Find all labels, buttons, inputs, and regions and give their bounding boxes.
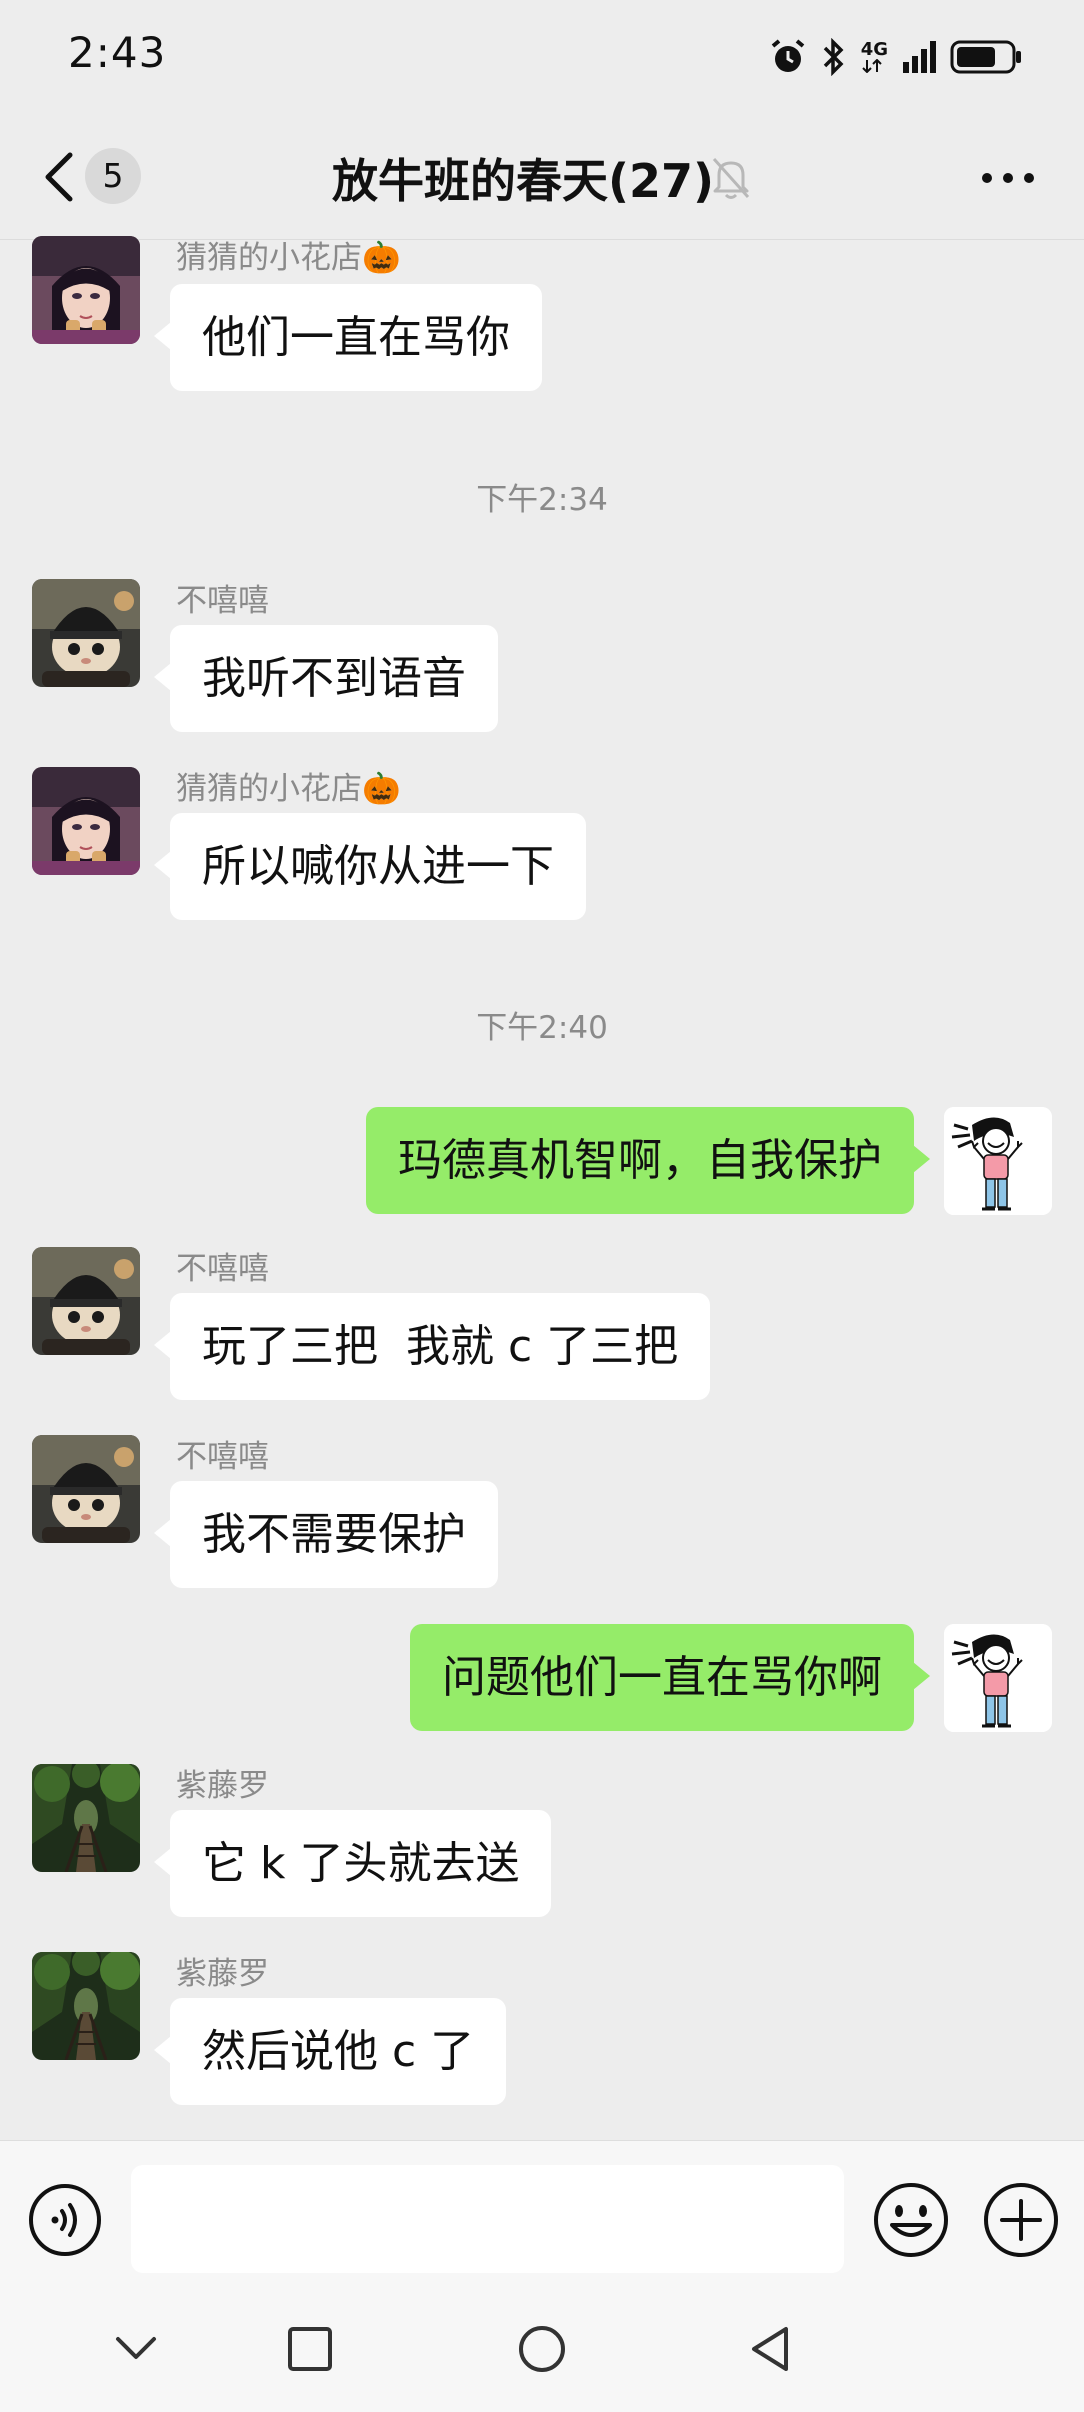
message-list[interactable]: 猜猜的小花店🎃 他们一直在骂你 下午2:34 不嘻嘻 我听不到语音 猜猜的小花店… — [0, 236, 1084, 2140]
unread-badge[interactable]: 5 — [85, 148, 141, 204]
sender-name: 不嘻嘻 — [176, 583, 269, 619]
emoji-icon[interactable] — [872, 2181, 950, 2259]
message-bubble[interactable]: 他们一直在骂你 — [154, 284, 542, 391]
plus-icon[interactable] — [982, 2181, 1060, 2259]
sender-avatar[interactable] — [32, 579, 140, 687]
sender-avatar[interactable] — [32, 767, 140, 875]
sender-name: 紫藤罗 — [176, 1956, 269, 1992]
self-avatar[interactable] — [944, 1107, 1052, 1215]
more-icon[interactable] — [980, 163, 1036, 193]
square-icon[interactable] — [278, 2317, 342, 2381]
voice-icon[interactable] — [28, 2183, 102, 2257]
network-4g-icon: 4G — [861, 41, 888, 73]
chat-header: 5 放牛班的春天(27) — [0, 115, 1084, 240]
sender-avatar[interactable] — [32, 1952, 140, 2060]
alarm-icon — [771, 39, 804, 72]
self-avatar[interactable] — [944, 1624, 1052, 1732]
message-bubble-outgoing[interactable]: 问题他们一直在骂你啊 — [410, 1624, 930, 1731]
battery-icon — [950, 40, 1021, 74]
input-bar — [0, 2140, 1084, 2295]
network-label: 4G — [860, 39, 888, 60]
back-icon[interactable] — [40, 147, 80, 207]
message-bubble[interactable]: 它 k 了头就去送 — [153, 1810, 552, 1917]
mute-bell-icon — [712, 157, 750, 199]
sender-name: 猜猜的小花店🎃 — [176, 771, 401, 807]
message-bubble[interactable]: 玩了三把 我就 c 了三把 — [153, 1293, 711, 1400]
signal-icon — [903, 41, 936, 73]
message-bubble-outgoing[interactable]: 玛德真机智啊，自我保护 — [366, 1107, 930, 1214]
triangle-back-icon[interactable] — [740, 2317, 804, 2381]
message-bubble[interactable]: 我听不到语音 — [154, 625, 498, 732]
message-input[interactable] — [131, 2165, 844, 2273]
sender-name: 不嘻嘻 — [176, 1439, 269, 1475]
timestamp: 下午2:34 — [476, 482, 608, 518]
sender-avatar[interactable] — [32, 1247, 140, 1355]
chat-title[interactable]: 放牛班的春天(27) — [332, 145, 714, 211]
sender-avatar[interactable] — [32, 1435, 140, 1543]
message-bubble[interactable]: 然后说他 c 了 — [153, 1998, 507, 2105]
message-bubble[interactable]: 我不需要保护 — [154, 1481, 498, 1588]
sender-avatar[interactable] — [32, 1764, 140, 1872]
status-icons: 4G — [769, 32, 1022, 82]
status-time: 2:43 — [68, 28, 167, 77]
sender-name: 猜猜的小花店🎃 — [176, 240, 401, 276]
chevron-down-icon[interactable] — [104, 2317, 168, 2381]
status-bar: 2:43 4G — [0, 0, 1084, 115]
message-bubble[interactable]: 所以喊你从进一下 — [154, 813, 586, 920]
circle-icon[interactable] — [510, 2317, 574, 2381]
sender-avatar[interactable] — [32, 236, 140, 344]
sender-name: 紫藤罗 — [176, 1768, 269, 1804]
timestamp: 下午2:40 — [476, 1010, 608, 1046]
system-nav-bar — [0, 2295, 1084, 2412]
bluetooth-icon — [823, 38, 844, 76]
sender-name: 不嘻嘻 — [176, 1251, 269, 1287]
